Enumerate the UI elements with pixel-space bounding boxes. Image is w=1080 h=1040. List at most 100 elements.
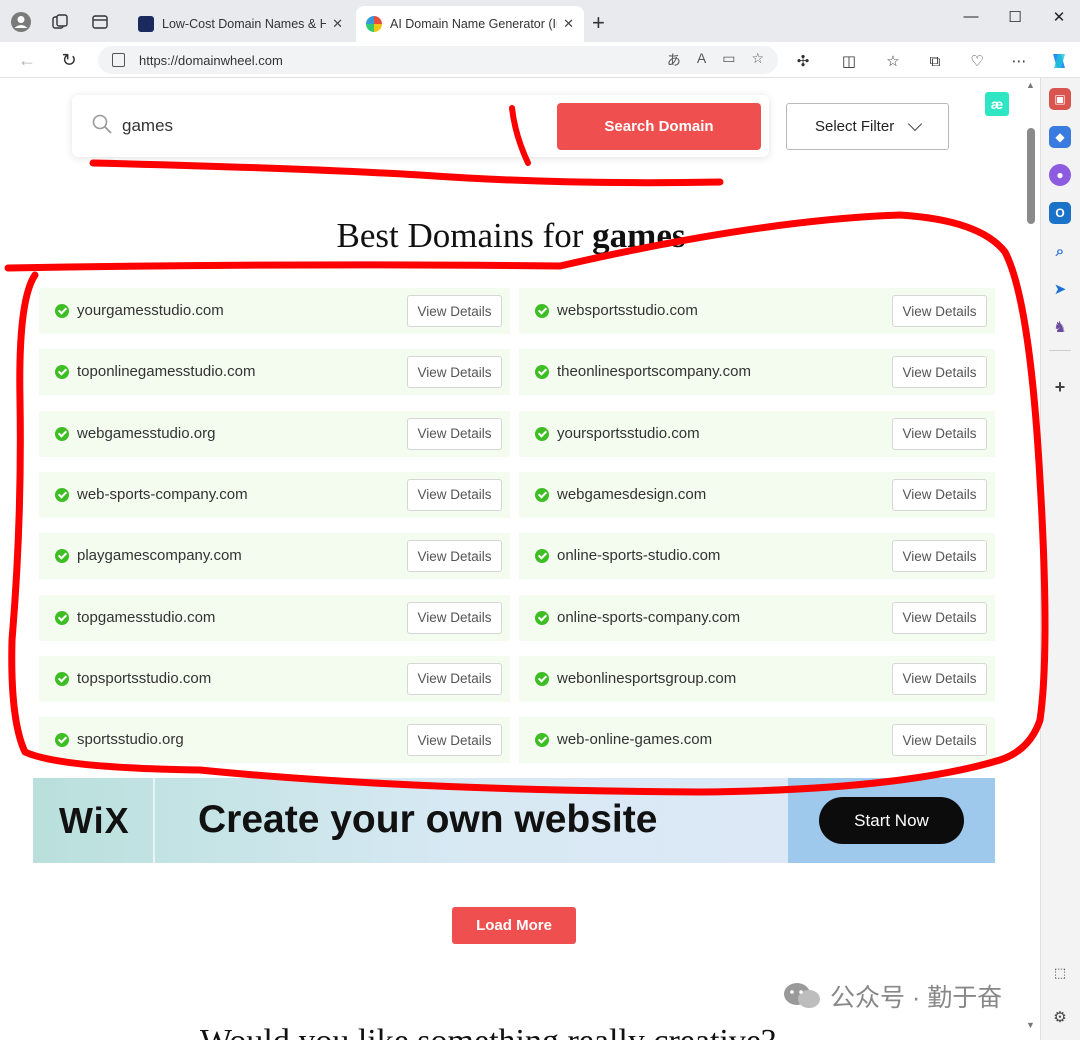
- view-details-button[interactable]: View Details: [892, 478, 987, 511]
- search-sidebar-icon[interactable]: ⌕: [1049, 240, 1071, 262]
- close-window-icon[interactable]: ✕: [1044, 8, 1074, 26]
- ad-tagline: Create your own website: [198, 798, 658, 841]
- back-arrow-icon[interactable]: ←: [14, 47, 40, 73]
- minimize-icon[interactable]: —: [956, 8, 986, 25]
- workspaces-icon[interactable]: [47, 9, 73, 35]
- available-check-icon: [535, 304, 549, 318]
- ad-divider: [153, 778, 155, 863]
- scrollbar-thumb[interactable]: [1027, 128, 1035, 224]
- domain-result-row[interactable]: yoursportsstudio.com View Details: [519, 410, 995, 457]
- profile-icon[interactable]: [8, 9, 34, 35]
- tab-low-cost-domains[interactable]: Low-Cost Domain Names & Hosting ✕: [128, 6, 353, 42]
- domain-name: yoursportsstudio.com: [557, 424, 700, 442]
- domain-result-row[interactable]: theonlinesportscompany.com View Details: [519, 349, 995, 396]
- new-tab-button[interactable]: +: [592, 10, 605, 36]
- tab-domainwheel[interactable]: AI Domain Name Generator (Instant ✕: [356, 6, 584, 42]
- domain-result-row[interactable]: online-sports-company.com View Details: [519, 594, 995, 641]
- view-details-button[interactable]: View Details: [407, 662, 502, 695]
- tools-icon[interactable]: ▣: [1049, 88, 1071, 110]
- search-domain-button[interactable]: Search Domain: [557, 103, 761, 150]
- domain-result-row[interactable]: topsportsstudio.com View Details: [39, 655, 510, 702]
- domain-result-row[interactable]: playgamescompany.com View Details: [39, 533, 510, 580]
- chevron-down-icon: [908, 116, 923, 131]
- available-check-icon: [55, 610, 69, 625]
- domain-result-row[interactable]: sportsstudio.org View Details: [39, 717, 510, 764]
- domain-result-row[interactable]: web-sports-company.com View Details: [39, 471, 510, 518]
- domain-name: webonlinesportsgroup.com: [557, 669, 737, 687]
- web-page: Search Domain Select Filter æ Best Domai…: [0, 78, 1022, 1040]
- available-check-icon: [55, 426, 69, 441]
- domain-search-input[interactable]: [122, 111, 502, 141]
- view-details-button[interactable]: View Details: [892, 417, 987, 450]
- settings-gear-icon[interactable]: ⚙: [1049, 1006, 1071, 1028]
- view-details-button[interactable]: View Details: [407, 601, 502, 634]
- extensions-icon[interactable]: ✣: [792, 50, 814, 72]
- domain-result-row[interactable]: web-online-games.com View Details: [519, 717, 995, 764]
- select-filter-dropdown[interactable]: Select Filter: [786, 103, 949, 150]
- add-sidebar-icon[interactable]: +: [1049, 376, 1071, 398]
- read-aloud-icon[interactable]: A: [697, 50, 706, 70]
- available-check-icon: [55, 549, 69, 564]
- domain-result-row[interactable]: yourgamesstudio.com View Details: [39, 288, 510, 334]
- domain-result-row[interactable]: toponlinegamesstudio.com View Details: [39, 349, 510, 396]
- domain-result-row[interactable]: online-sports-studio.com View Details: [519, 533, 995, 580]
- section-heading: Would you like something really creative…: [200, 1023, 776, 1040]
- domain-result-row[interactable]: webgamesstudio.org View Details: [39, 410, 510, 457]
- lock-icon: [112, 53, 125, 67]
- maximize-icon[interactable]: ☐: [1000, 8, 1030, 26]
- view-details-button[interactable]: View Details: [407, 478, 502, 511]
- copilot-sidebar-icon[interactable]: ●: [1049, 164, 1071, 186]
- shopping-tag-icon[interactable]: ◆: [1049, 126, 1071, 148]
- favorite-star-icon[interactable]: ☆: [751, 50, 764, 70]
- tab-actions-icon[interactable]: [87, 9, 113, 35]
- split-screen-icon[interactable]: ◫: [838, 50, 860, 72]
- extension-badge-icon[interactable]: æ: [985, 92, 1009, 116]
- domain-name: toponlinegamesstudio.com: [77, 363, 256, 381]
- view-details-button[interactable]: View Details: [407, 540, 502, 573]
- browser-essentials-icon[interactable]: ♡: [966, 50, 988, 72]
- available-check-icon: [55, 487, 69, 502]
- view-details-button[interactable]: View Details: [892, 356, 987, 389]
- view-details-button[interactable]: View Details: [407, 356, 502, 389]
- url-field[interactable]: https://domainwheel.com あ A ▭ ☆: [98, 46, 778, 74]
- site-favicon-icon: [138, 16, 154, 32]
- domain-result-row[interactable]: webgamesdesign.com View Details: [519, 471, 995, 518]
- domain-name: websportsstudio.com: [557, 302, 698, 319]
- domain-result-row[interactable]: webonlinesportsgroup.com View Details: [519, 655, 995, 702]
- immersive-reader-icon[interactable]: ▭: [722, 50, 735, 70]
- outlook-icon[interactable]: O: [1049, 202, 1071, 224]
- game-icon[interactable]: ♞: [1049, 316, 1071, 338]
- view-details-button[interactable]: View Details: [892, 540, 987, 573]
- scroll-up-icon[interactable]: ▲: [1026, 80, 1035, 90]
- available-check-icon: [535, 549, 549, 564]
- screenshot-icon[interactable]: ⬚: [1049, 962, 1071, 984]
- view-details-button[interactable]: View Details: [892, 601, 987, 634]
- available-check-icon: [55, 365, 69, 380]
- load-more-button[interactable]: Load More: [452, 907, 576, 944]
- view-details-button[interactable]: View Details: [407, 417, 502, 450]
- vertical-scrollbar[interactable]: ▲ ▼: [1022, 78, 1040, 1040]
- copilot-icon[interactable]: [1048, 50, 1070, 72]
- view-details-button[interactable]: View Details: [892, 724, 987, 757]
- url-text: https://domainwheel.com: [139, 52, 283, 68]
- refresh-icon[interactable]: ↻: [56, 47, 82, 73]
- collections-icon[interactable]: ⧉: [924, 50, 946, 72]
- domain-result-row[interactable]: topgamesstudio.com View Details: [39, 594, 510, 641]
- start-now-button[interactable]: Start Now: [819, 797, 964, 844]
- view-details-button[interactable]: View Details: [892, 295, 987, 327]
- view-details-button[interactable]: View Details: [407, 724, 502, 757]
- available-check-icon: [535, 487, 549, 502]
- tab-title: Low-Cost Domain Names & Hosting: [162, 17, 327, 31]
- send-icon[interactable]: ➤: [1049, 278, 1071, 300]
- more-menu-icon[interactable]: ⋯: [1008, 50, 1030, 72]
- close-tab-icon[interactable]: ✕: [332, 16, 343, 32]
- scroll-down-icon[interactable]: ▼: [1026, 1020, 1035, 1030]
- translate-icon[interactable]: あ: [667, 50, 681, 70]
- wix-advertisement[interactable]: WiX Create your own website Start Now: [33, 778, 995, 863]
- domain-name: webgamesdesign.com: [557, 485, 707, 503]
- view-details-button[interactable]: View Details: [892, 662, 987, 695]
- close-tab-icon[interactable]: ✕: [563, 16, 574, 32]
- domain-result-row[interactable]: websportsstudio.com View Details: [519, 288, 995, 334]
- favorites-icon[interactable]: ☆: [882, 50, 904, 72]
- view-details-button[interactable]: View Details: [407, 295, 502, 327]
